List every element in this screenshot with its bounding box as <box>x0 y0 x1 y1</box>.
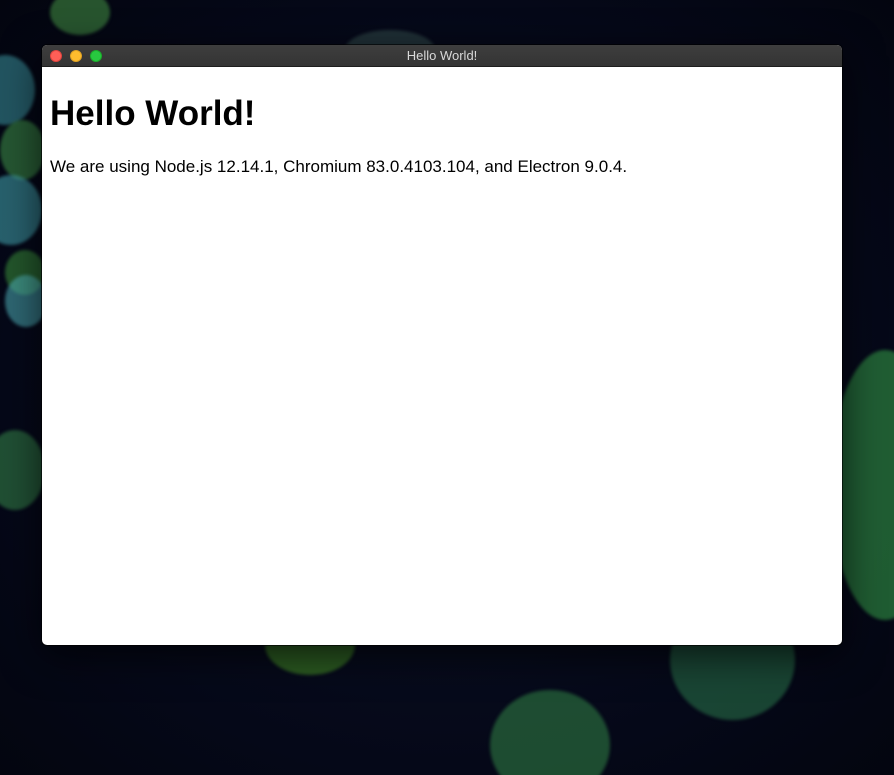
window-title: Hello World! <box>406 48 478 63</box>
desktop-background: Hello World! Hello World! We are using N… <box>0 0 894 775</box>
app-window: Hello World! Hello World! We are using N… <box>42 45 842 645</box>
wallpaper-bokeh <box>0 120 45 180</box>
wallpaper-bokeh <box>50 0 110 35</box>
wallpaper-bokeh <box>0 175 42 245</box>
wallpaper-bokeh <box>5 275 47 327</box>
page-heading: Hello World! <box>50 94 256 133</box>
wallpaper-bokeh <box>0 55 35 125</box>
page-content: Hello World! We are using Node.js 12.14.… <box>42 94 842 178</box>
wallpaper-bokeh <box>490 690 610 775</box>
window-titlebar[interactable]: Hello World! <box>42 45 842 67</box>
version-info-text: We are using Node.js 12.14.1, Chromium 8… <box>50 157 628 176</box>
wallpaper-bokeh <box>0 430 45 510</box>
